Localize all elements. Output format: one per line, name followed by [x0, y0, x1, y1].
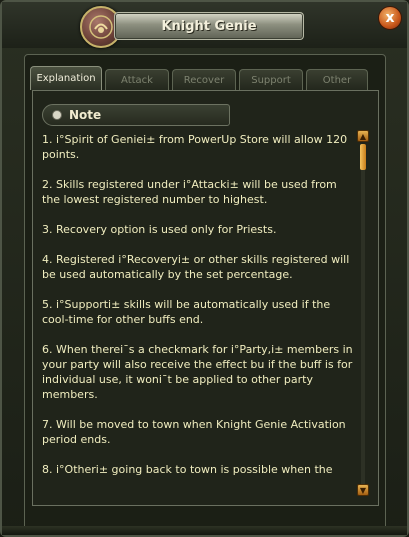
- scroll-thumb[interactable]: [360, 144, 366, 170]
- arrow-down-icon: ▼: [359, 485, 367, 495]
- tab-label: Explanation: [36, 73, 96, 84]
- scroll-track[interactable]: [361, 144, 365, 484]
- scroll-up-button[interactable]: ▲: [357, 130, 369, 142]
- close-icon: x: [385, 10, 395, 26]
- tab-label: Recover: [183, 74, 225, 86]
- window-title: Knight Genie: [161, 18, 257, 34]
- tab-recover[interactable]: Recover: [172, 69, 236, 90]
- note-paragraph: 2. Skills registered under i°Attacki± wi…: [42, 178, 337, 206]
- knight-genie-window: Knight Genie x Explanation Attack Recove…: [0, 0, 409, 537]
- note-text: 1. i°Spirit of Geniei± from PowerUp Stor…: [42, 132, 354, 492]
- bullet-icon: [52, 110, 62, 120]
- tab-label: Attack: [121, 74, 153, 86]
- arrow-up-icon: ▲: [359, 131, 367, 141]
- note-header: Note: [42, 104, 230, 126]
- note-label: Note: [69, 108, 102, 122]
- tab-support[interactable]: Support: [239, 69, 303, 90]
- close-button[interactable]: x: [378, 6, 402, 30]
- vertical-scrollbar[interactable]: ▲ ▼: [357, 130, 369, 498]
- tab-other[interactable]: Other: [306, 69, 368, 90]
- tab-explanation[interactable]: Explanation: [30, 66, 102, 90]
- scroll-down-button[interactable]: ▼: [357, 484, 369, 496]
- note-paragraph: 5. i°Supporti± skills will be automatica…: [42, 298, 331, 326]
- note-paragraph: 6. When therei¯s a checkmark for i°Party…: [42, 343, 353, 401]
- tab-bar: Explanation Attack Recover Support Other: [30, 66, 368, 90]
- window-bottom-edge: [2, 526, 407, 535]
- tab-label: Other: [322, 74, 352, 86]
- tab-label: Support: [251, 74, 291, 86]
- title-plate: Knight Genie: [114, 12, 304, 40]
- note-paragraph: 1. i°Spirit of Geniei± from PowerUp Stor…: [42, 133, 348, 161]
- tab-attack[interactable]: Attack: [105, 69, 169, 90]
- note-paragraph: 4. Registered i°Recoveryi± or other skil…: [42, 253, 350, 281]
- note-paragraph: 3. Recovery option is used only for Prie…: [42, 223, 277, 236]
- note-paragraph: 7. Will be moved to town when Knight Gen…: [42, 418, 346, 446]
- note-paragraph: 8. i°Otheri± going back to town is possi…: [42, 463, 333, 476]
- title-bar[interactable]: Knight Genie x: [2, 2, 407, 48]
